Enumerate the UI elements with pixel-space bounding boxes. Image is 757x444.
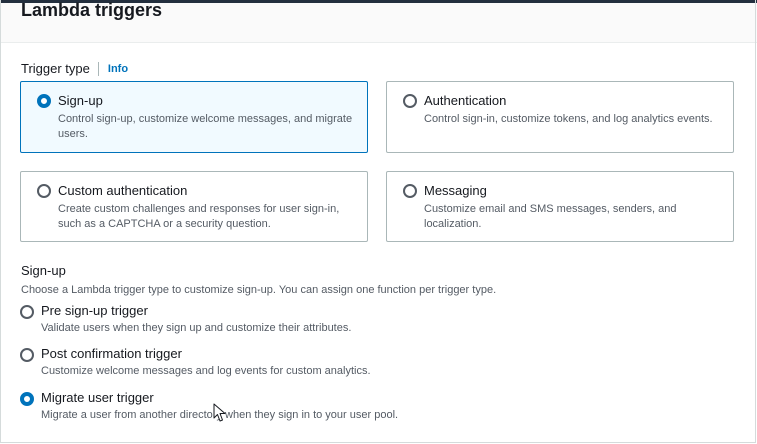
radio-messaging[interactable] — [403, 184, 417, 198]
radio-post-confirmation-trigger[interactable] — [20, 348, 34, 362]
tile-title: Custom authentication — [58, 183, 188, 198]
header-divider — [0, 42, 757, 43]
tile-description: Control sign-in, customize tokens, and l… — [424, 113, 713, 125]
radio-authentication[interactable] — [403, 94, 417, 108]
tile-sign-up[interactable]: Sign-up Control sign-up, customize welco… — [20, 81, 368, 153]
tile-title: Authentication — [424, 93, 507, 108]
label-divider — [97, 61, 99, 76]
tile-description: Control sign-up, customize welcome messa… — [58, 113, 353, 140]
mouse-pointer-icon — [213, 403, 226, 422]
trigger-type-label-row: Trigger type Info — [21, 61, 128, 76]
radio-custom-authentication[interactable] — [37, 184, 51, 198]
option-title: Post confirmation trigger — [41, 346, 182, 361]
option-description: Validate users when they sign up and cus… — [41, 322, 352, 334]
tile-custom-authentication[interactable]: Custom authentication Create custom chal… — [20, 171, 368, 242]
radio-sign-up[interactable] — [37, 94, 51, 108]
radio-pre-sign-up-trigger[interactable] — [20, 305, 34, 319]
tile-title: Sign-up — [58, 93, 103, 108]
trigger-type-label: Trigger type — [21, 61, 90, 76]
tile-messaging[interactable]: Messaging Customize email and SMS messag… — [386, 171, 734, 242]
page-title: Lambda triggers — [21, 0, 163, 20]
tile-description: Create custom challenges and responses f… — [58, 203, 340, 230]
tile-description: Customize email and SMS messages, sender… — [424, 203, 677, 230]
signup-section-description: Choose a Lambda trigger type to customiz… — [21, 284, 497, 296]
option-title: Pre sign-up trigger — [41, 303, 148, 318]
info-link[interactable]: Info — [108, 63, 128, 75]
tile-authentication[interactable]: Authentication Control sign-in, customiz… — [386, 81, 734, 153]
option-description: Customize welcome messages and log event… — [41, 365, 371, 377]
signup-section-title: Sign-up — [21, 263, 66, 278]
panel-header: Lambda triggers — [0, 0, 757, 42]
tile-title: Messaging — [424, 183, 487, 198]
radio-migrate-user-trigger[interactable] — [20, 392, 34, 406]
option-title: Migrate user trigger — [41, 390, 154, 405]
